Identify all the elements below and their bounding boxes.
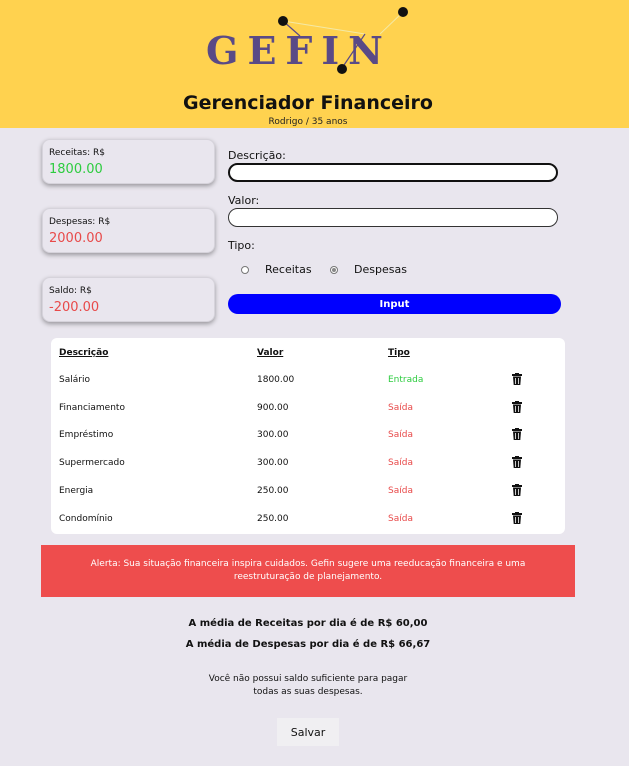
balance-note-line2: todas as suas despesas. — [253, 687, 363, 697]
row-type: Saída — [388, 458, 413, 468]
table-row: Empréstimo 300.00 Saída — [51, 428, 565, 444]
row-type: Saída — [388, 514, 413, 524]
table-row: Energia 250.00 Saída — [51, 484, 565, 500]
expense-card: Despesas: R$ 2000.00 — [42, 208, 215, 253]
row-description: Energia — [59, 486, 94, 496]
row-value: 250.00 — [257, 514, 289, 524]
transactions-table: Descrição Valor Tipo Salário 1800.00 Ent… — [51, 338, 565, 534]
input-button[interactable]: Input — [228, 294, 561, 314]
table-row: Financiamento 900.00 Saída — [51, 401, 565, 417]
header-description: Descrição — [59, 348, 109, 358]
radio-despesas-circle[interactable] — [330, 265, 338, 274]
row-value: 900.00 — [257, 403, 289, 413]
trash-icon[interactable] — [512, 428, 522, 440]
balance-note: Você não possui saldo suficiente para pa… — [0, 673, 616, 699]
save-button[interactable]: Salvar — [277, 718, 339, 746]
row-description: Salário — [59, 375, 90, 385]
balance-card: Saldo: R$ -200.00 — [42, 277, 215, 322]
trash-icon[interactable] — [512, 484, 522, 496]
table-row: Condomínio 250.00 Saída — [51, 512, 565, 528]
radio-despesas[interactable]: Despesas — [330, 263, 407, 276]
income-value: 1800.00 — [49, 162, 103, 177]
income-label: Receitas: R$ — [49, 148, 105, 158]
description-input[interactable] — [228, 163, 558, 182]
row-description: Financiamento — [59, 403, 125, 413]
row-value: 1800.00 — [257, 375, 295, 385]
trash-icon[interactable] — [512, 512, 522, 524]
app-title: Gerenciador Financeiro — [183, 92, 433, 114]
radio-receitas-label: Receitas — [265, 263, 312, 276]
row-description: Condomínio — [59, 514, 113, 524]
logo-constellation-icon — [278, 7, 408, 74]
row-type: Saída — [388, 486, 413, 496]
trash-icon[interactable] — [512, 401, 522, 413]
expense-label: Despesas: R$ — [49, 217, 111, 227]
income-card: Receitas: R$ 1800.00 — [42, 139, 215, 184]
trash-icon[interactable] — [512, 456, 522, 468]
expense-value: 2000.00 — [49, 231, 103, 246]
expense-average: A média de Despesas por dia é de R$ 66,6… — [185, 639, 431, 650]
row-type: Entrada — [388, 375, 424, 385]
value-input[interactable] — [228, 208, 558, 227]
gefin-logo: GEFIN — [200, 4, 415, 80]
user-subtitle: Rodrigo / 35 anos — [268, 117, 348, 127]
row-value: 300.00 — [257, 458, 289, 468]
type-label: Tipo: — [228, 239, 255, 252]
radio-receitas[interactable]: Receitas — [241, 263, 312, 276]
row-description: Supermercado — [59, 458, 125, 468]
radio-receitas-circle[interactable] — [241, 265, 249, 274]
value-label: Valor: — [228, 194, 260, 207]
income-average: A média de Receitas por dia é de R$ 60,0… — [188, 618, 428, 629]
header-type: Tipo — [388, 348, 410, 358]
row-type: Saída — [388, 403, 413, 413]
table-row: Salário 1800.00 Entrada — [51, 373, 565, 389]
row-value: 300.00 — [257, 430, 289, 440]
header-value: Valor — [257, 348, 284, 358]
table-row: Supermercado 300.00 Saída — [51, 456, 565, 472]
radio-despesas-label: Despesas — [354, 263, 407, 276]
balance-note-line1: Você não possui saldo suficiente para pa… — [208, 674, 408, 684]
description-label: Descrição: — [228, 149, 286, 162]
row-description: Empréstimo — [59, 430, 114, 440]
trash-icon[interactable] — [512, 373, 522, 385]
row-value: 250.00 — [257, 486, 289, 496]
row-type: Saída — [388, 430, 413, 440]
balance-label: Saldo: R$ — [49, 286, 92, 296]
financial-alert: Alerta: Sua situação financeira inspira … — [41, 545, 575, 597]
balance-value: -200.00 — [49, 300, 100, 315]
header: GEFIN Gerenciador Financeiro Rodrigo / 3… — [0, 0, 629, 128]
